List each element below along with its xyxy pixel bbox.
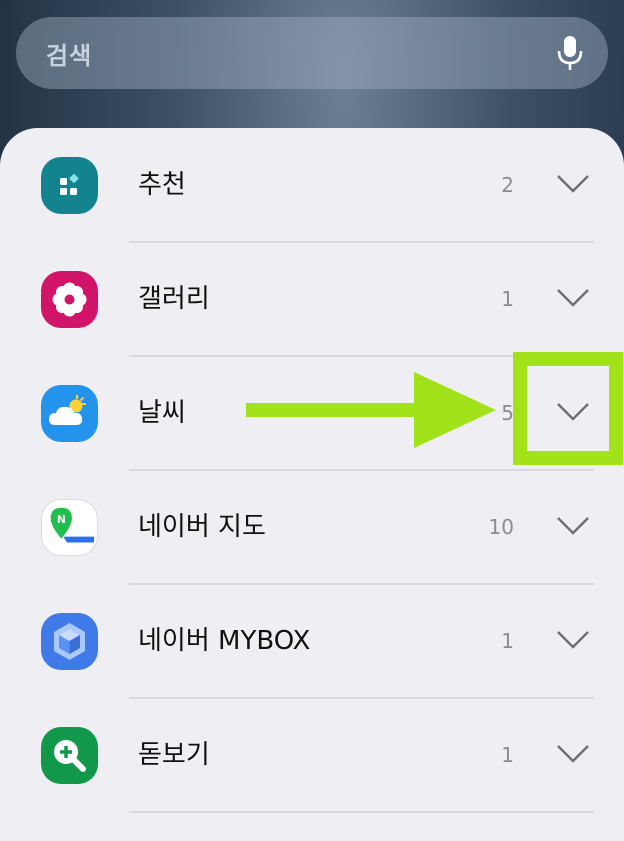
app-name: 날씨 — [138, 398, 186, 428]
app-name: 네이버 MYBOX — [138, 626, 311, 656]
annotation-arrow-icon — [246, 372, 496, 448]
list-item-naver-map[interactable]: N 네이버 지도 10 — [0, 470, 624, 584]
app-count: 2 — [501, 173, 514, 197]
app-count: 1 — [501, 743, 514, 767]
list-item-naver-mybox[interactable]: 네이버 MYBOX 1 — [0, 584, 624, 698]
app-count: 10 — [488, 515, 514, 539]
app-count: 1 — [501, 287, 514, 311]
magnifier-icon — [41, 727, 98, 784]
search-placeholder: 검색 — [46, 41, 93, 70]
weather-icon — [41, 385, 98, 442]
recommend-icon — [41, 157, 98, 214]
naver-mybox-icon — [41, 613, 98, 670]
list-item-recommend[interactable]: 추천 2 — [0, 128, 624, 242]
app-name: 네이버 지도 — [138, 512, 266, 542]
list-item-magnifier[interactable]: 돋보기 1 — [0, 698, 624, 812]
chevron-down-icon[interactable] — [556, 628, 590, 652]
search-bar[interactable]: 검색 — [16, 17, 608, 89]
divider — [129, 811, 594, 813]
app-list-panel: 추천 2 갤러리 1 날씨 5 N 네이버 지도 10 네이버 MYBOX 1 … — [0, 128, 624, 841]
app-name: 추천 — [138, 170, 186, 200]
list-item-gallery[interactable]: 갤러리 1 — [0, 242, 624, 356]
app-count: 1 — [501, 629, 514, 653]
chevron-down-icon[interactable] — [556, 172, 590, 196]
svg-text:N: N — [57, 513, 66, 526]
chevron-down-icon[interactable] — [556, 286, 590, 310]
gallery-flower-icon — [41, 271, 98, 328]
app-name: 갤러리 — [138, 284, 210, 314]
chevron-down-icon[interactable] — [556, 514, 590, 538]
app-name: 돋보기 — [138, 740, 210, 770]
microphone-icon[interactable] — [556, 35, 584, 71]
annotation-highlight-box — [513, 352, 623, 465]
naver-map-icon: N — [41, 499, 98, 556]
chevron-down-icon[interactable] — [556, 742, 590, 766]
